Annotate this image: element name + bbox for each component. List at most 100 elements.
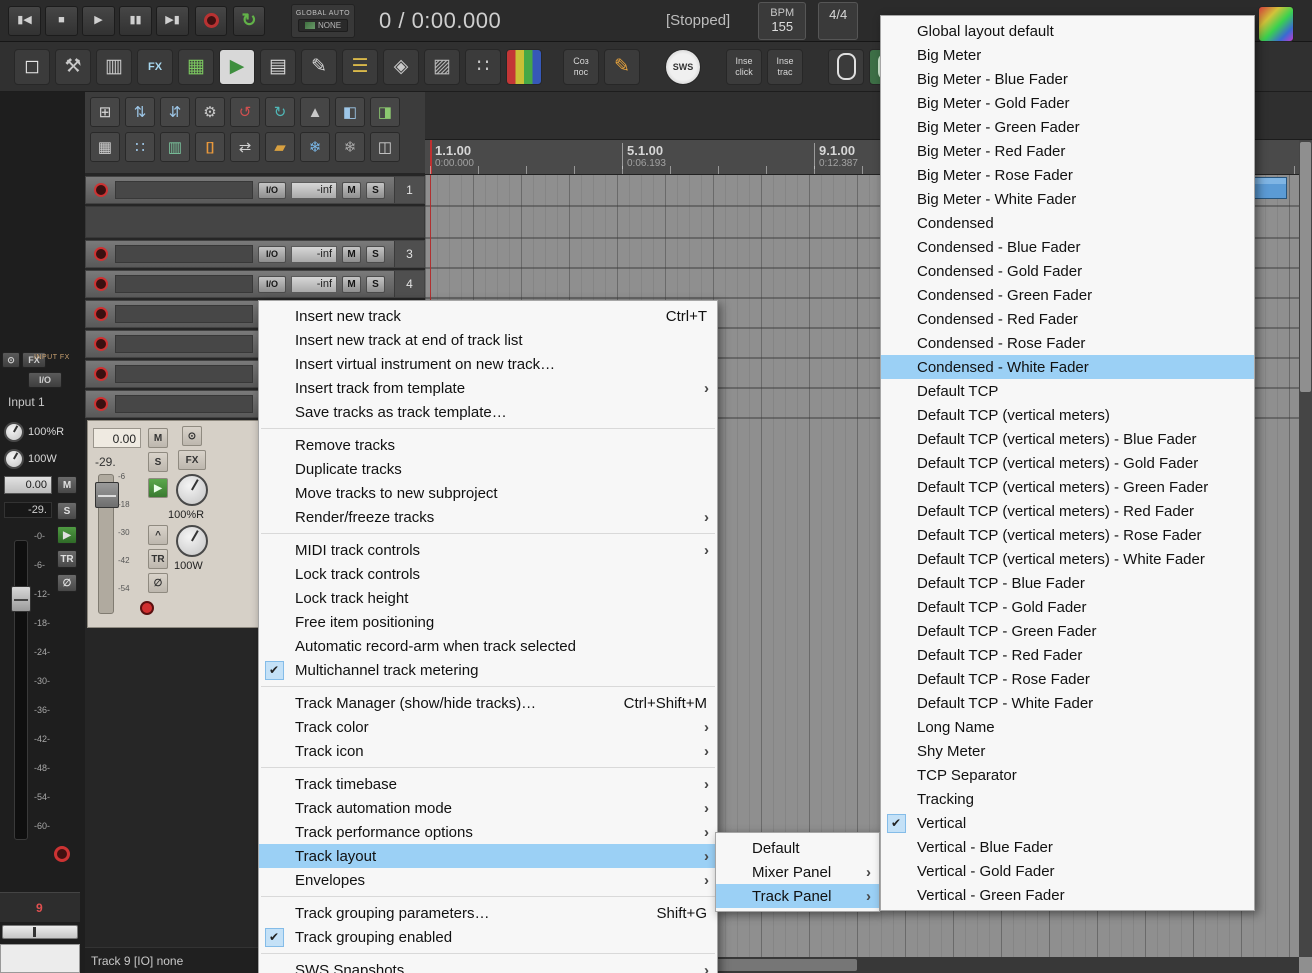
monitor-input-button[interactable]: ▶ (148, 478, 168, 498)
menu-item-condensed-gold-fader[interactable]: Condensed - Gold Fader (881, 259, 1254, 283)
width-knob[interactable] (176, 525, 208, 557)
pencil-item-icon[interactable]: ✎ (301, 48, 337, 85)
solo-button[interactable]: S (366, 181, 385, 199)
menu-item-big-meter-white-fader[interactable]: Big Meter - White Fader (881, 187, 1254, 211)
menu-item-vertical[interactable]: ✔ Vertical (881, 811, 1254, 835)
menu-item-default-tcp-vertical-meters[interactable]: Default TCP (vertical meters) (881, 403, 1254, 427)
menu-item-big-meter-red-fader[interactable]: Big Meter - Red Fader (881, 139, 1254, 163)
menu-item-condensed-red-fader[interactable]: Condensed - Red Fader (881, 307, 1254, 331)
document-icon[interactable]: ▤ (260, 48, 296, 85)
menu-item-vertical-blue-fader[interactable]: Vertical - Blue Fader (881, 835, 1254, 859)
stop-button[interactable]: ■ (45, 5, 78, 36)
panel-blue-icon[interactable]: ◧ (335, 97, 365, 127)
antenna-icon[interactable]: ▲ (300, 97, 330, 127)
width-knob[interactable] (4, 449, 24, 469)
volume-readout[interactable]: -inf (291, 245, 337, 263)
loop-points-icon[interactable]: [] (195, 132, 225, 162)
track-name-field[interactable] (115, 395, 253, 413)
record-arm-button[interactable] (94, 397, 108, 411)
track-name-field[interactable] (115, 245, 253, 263)
menu-item-track-grouping-parameters[interactable]: Track grouping parameters… Shift+G (259, 901, 717, 925)
menu-item-global-layout-default[interactable]: Global layout default (881, 19, 1254, 43)
solo-button[interactable]: S (366, 245, 385, 263)
pan-knob[interactable] (4, 422, 24, 442)
menu-item-default-tcp-vertical-meters-blue-fader[interactable]: Default TCP (vertical meters) - Blue Fad… (881, 427, 1254, 451)
pan-slider[interactable] (2, 925, 78, 939)
menu-item-track-automation-mode[interactable]: Track automation mode › (259, 796, 717, 820)
transport-time-display[interactable]: 0 / 0:00.000 (379, 8, 574, 34)
io-button[interactable]: I/O (28, 372, 62, 388)
menu-item-track-manager-show-hide-tracks[interactable]: Track Manager (show/hide tracks)… Ctrl+Sh… (259, 691, 717, 715)
menu-item-lock-track-height[interactable]: Lock track height (259, 586, 717, 610)
add-track-icon[interactable]: ⊞ (90, 97, 120, 127)
soz-pos-button[interactable]: Соз пос (563, 48, 599, 85)
routing-nodes-icon[interactable]: ∷ (465, 48, 501, 85)
mute-button[interactable]: M (57, 476, 77, 494)
global-automation-button[interactable]: GLOBAL AUTO NONE (291, 3, 355, 38)
grid-icon[interactable]: ▦ (90, 132, 120, 162)
input-source-label[interactable]: Input 1 (8, 395, 45, 409)
menu-item-condensed-green-fader[interactable]: Condensed - Green Fader (881, 283, 1254, 307)
image-icon[interactable]: ▨ (424, 48, 460, 85)
solo-button[interactable]: S (366, 275, 385, 293)
track-name-field[interactable] (115, 335, 253, 353)
panel-green-icon[interactable]: ◨ (370, 97, 400, 127)
record-arm-button[interactable] (140, 601, 154, 615)
routing-matrix-icon[interactable]: ∷ (125, 132, 155, 162)
record-arm-button[interactable] (94, 247, 108, 261)
media-item[interactable] (1254, 177, 1287, 199)
menu-item-big-meter-blue-fader[interactable]: Big Meter - Blue Fader (881, 67, 1254, 91)
color-bars-icon[interactable] (506, 48, 542, 85)
mute-button[interactable]: M (148, 428, 168, 448)
piano-roll-icon[interactable]: ▥ (160, 132, 190, 162)
volume-fader-handle[interactable] (95, 482, 119, 508)
menu-item-default-tcp-vertical-meters-red-fader[interactable]: Default TCP (vertical meters) - Red Fade… (881, 499, 1254, 523)
pan-knob[interactable] (176, 474, 208, 506)
menu-item-track-timebase[interactable]: Track timebase › (259, 772, 717, 796)
pencil-icon[interactable]: ✎ (604, 48, 640, 85)
time-signature-control[interactable]: 4/4 (818, 1, 859, 40)
volume-readout[interactable]: 0.00 (93, 428, 141, 448)
pan-readout[interactable]: -29. (4, 502, 52, 518)
menu-item-free-item-positioning[interactable]: Free item positioning (259, 610, 717, 634)
volume-readout[interactable]: -inf (291, 275, 337, 293)
io-button[interactable]: I/O (258, 275, 286, 293)
envelope-package-icon[interactable]: ◈ (383, 48, 419, 85)
menu-item-automatic-record-arm-when-track-selected[interactable]: Automatic record-arm when track selected (259, 634, 717, 658)
record-arm-button[interactable] (94, 367, 108, 381)
track-routing-button[interactable]: TR (57, 550, 77, 568)
media-item-play-icon[interactable]: ▶ (219, 48, 255, 85)
solo-button[interactable]: S (148, 452, 168, 472)
envelope-arm-button[interactable]: ^ (148, 525, 168, 545)
vertical-scrollbar[interactable] (1299, 140, 1312, 957)
menu-item-sws-snapshots[interactable]: SWS Snapshots › (259, 958, 717, 973)
fx-power-button[interactable]: ⊙ (182, 426, 202, 446)
menu-item-default-tcp-vertical-meters-white-fader[interactable]: Default TCP (vertical meters) - White Fa… (881, 547, 1254, 571)
sws-button[interactable]: SWS (665, 48, 701, 85)
menu-item-default-tcp-vertical-meters-green-fader[interactable]: Default TCP (vertical meters) - Green Fa… (881, 475, 1254, 499)
menu-item-track-panel[interactable]: Track Panel › (716, 884, 879, 908)
track-name-field[interactable] (115, 275, 253, 293)
color-grid-icon[interactable] (1258, 6, 1294, 42)
menu-item-insert-new-track[interactable]: Insert new track Ctrl+T (259, 304, 717, 328)
insert-click-button[interactable]: Inse click (726, 48, 762, 85)
menu-item-default-tcp[interactable]: Default TCP (881, 379, 1254, 403)
menu-item-default[interactable]: Default (716, 836, 879, 860)
vertical-scrollbar-thumb[interactable] (1300, 142, 1311, 392)
mute-button[interactable]: M (342, 275, 361, 293)
menu-item-track-grouping-enabled[interactable]: ✔ Track grouping enabled (259, 925, 717, 949)
menu-item-envelopes[interactable]: Envelopes › (259, 868, 717, 892)
menu-item-mixer-panel[interactable]: Mixer Panel › (716, 860, 879, 884)
lasso-red-icon[interactable]: ↺ (230, 97, 260, 127)
record-arm-button[interactable] (94, 337, 108, 351)
hammer-icon[interactable]: ⚒ (55, 48, 91, 85)
insert-up-icon[interactable]: ⇅ (125, 97, 155, 127)
record-button[interactable] (195, 5, 227, 36)
menu-item-default-tcp-white-fader[interactable]: Default TCP - White Fader (881, 691, 1254, 715)
panels-icon[interactable]: ◫ (370, 132, 400, 162)
record-arm-button[interactable] (94, 183, 108, 197)
mixer-grid-icon[interactable]: ▦ (178, 48, 214, 85)
freeze-icon[interactable]: ❄ (300, 132, 330, 162)
menu-item-default-tcp-vertical-meters-gold-fader[interactable]: Default TCP (vertical meters) - Gold Fad… (881, 451, 1254, 475)
menu-item-default-tcp-rose-fader[interactable]: Default TCP - Rose Fader (881, 667, 1254, 691)
